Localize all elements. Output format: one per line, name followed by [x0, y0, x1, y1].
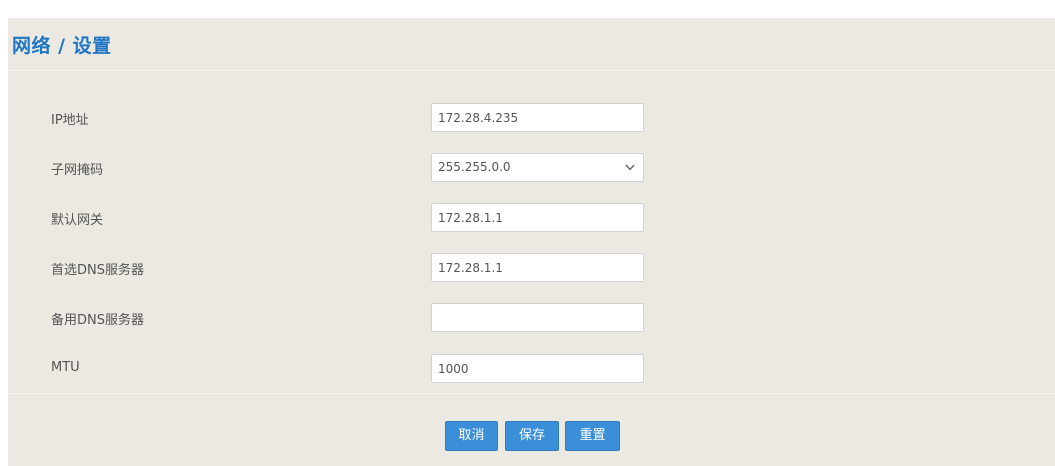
- mtu-input[interactable]: [431, 354, 644, 383]
- header-divider: [8, 70, 1055, 71]
- reset-button[interactable]: 重置: [565, 421, 620, 451]
- form-row-primary-dns: 首选DNS服务器: [8, 253, 1055, 283]
- ip-address-input[interactable]: [431, 103, 644, 132]
- subnet-mask-label: 子网掩码: [51, 163, 104, 178]
- chevron-down-icon: [625, 164, 635, 171]
- form-row-default-gateway: 默认网关: [8, 203, 1055, 233]
- form-row-subnet-mask: 子网掩码 255.255.0.0: [8, 153, 1055, 183]
- secondary-dns-label: 备用DNS服务器: [51, 313, 144, 328]
- subnet-mask-value: 255.255.0.0: [438, 160, 511, 174]
- primary-dns-input[interactable]: [431, 253, 644, 282]
- form-row-ip-address: IP地址: [8, 103, 1055, 133]
- default-gateway-label: 默认网关: [51, 213, 104, 228]
- panel-header: 网络 / 设置: [8, 18, 1055, 70]
- save-button[interactable]: 保存: [505, 421, 559, 451]
- ip-address-label: IP地址: [51, 113, 89, 128]
- secondary-dns-input[interactable]: [431, 303, 644, 332]
- subnet-mask-select[interactable]: 255.255.0.0: [431, 153, 644, 182]
- form-row-mtu: MTU: [8, 354, 1055, 384]
- page-title: 网络 / 设置: [12, 35, 112, 57]
- footer-divider: [8, 393, 1055, 394]
- default-gateway-input[interactable]: [431, 203, 644, 232]
- primary-dns-label: 首选DNS服务器: [51, 263, 144, 278]
- settings-panel: 网络 / 设置 IP地址 子网掩码 255.255.0.0 默认网关 首选DNS…: [8, 18, 1055, 466]
- cancel-button[interactable]: 取消: [445, 421, 498, 451]
- mtu-label: MTU: [51, 360, 80, 375]
- form-row-secondary-dns: 备用DNS服务器: [8, 303, 1055, 333]
